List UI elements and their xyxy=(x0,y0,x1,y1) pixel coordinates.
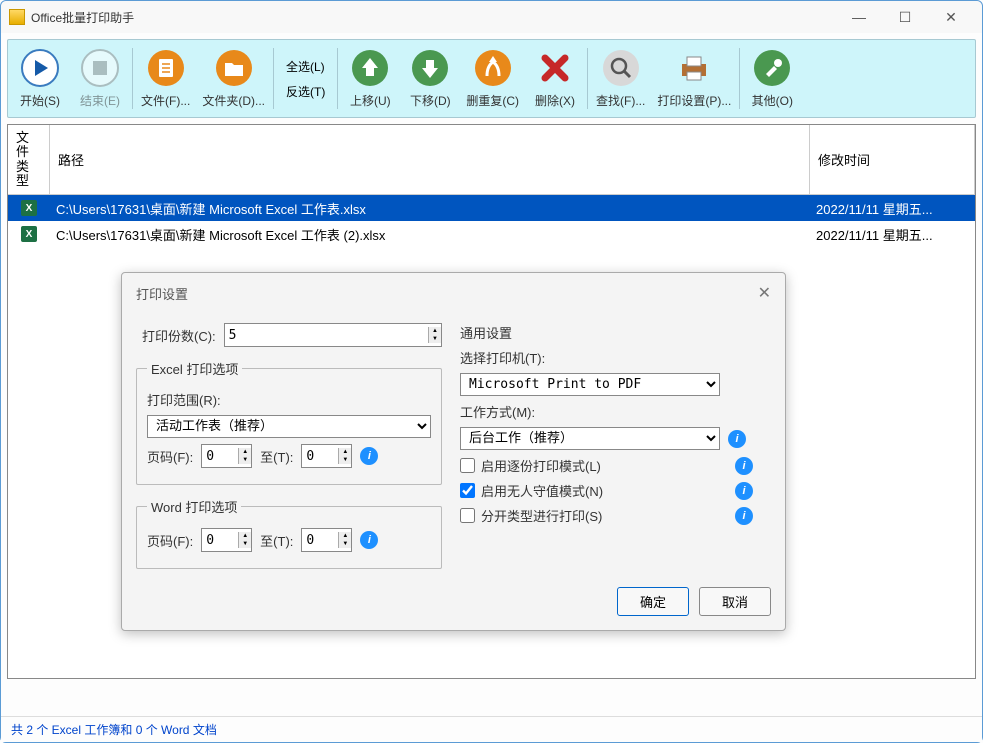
col-type[interactable]: 文件类型 xyxy=(8,125,50,194)
close-button[interactable]: ✕ xyxy=(928,2,974,32)
start-button[interactable]: 开始(S) xyxy=(10,44,70,113)
info-icon[interactable]: i xyxy=(728,430,746,448)
tools-icon xyxy=(752,48,792,88)
move-down-button[interactable]: 下移(D) xyxy=(400,44,460,113)
copies-label: 打印份数(C): xyxy=(142,326,216,345)
delete-icon xyxy=(535,48,575,88)
file-icon xyxy=(146,48,186,88)
copies-input[interactable]: ▲▼ xyxy=(224,323,442,347)
printer-icon xyxy=(674,48,714,88)
printer-label: 选择打印机(T): xyxy=(460,348,545,367)
separate-type-checkbox[interactable] xyxy=(460,508,475,523)
print-settings-dialog: 打印设置 ✕ 打印份数(C): ▲▼ Excel 打印选项 打印范围(R): 活… xyxy=(121,272,786,631)
info-icon[interactable]: i xyxy=(360,531,378,549)
folder-icon xyxy=(214,48,254,88)
unattended-checkbox[interactable] xyxy=(460,483,475,498)
folder-button[interactable]: 文件夹(D)... xyxy=(196,44,271,113)
dialog-close-button[interactable]: ✕ xyxy=(758,283,771,303)
printer-select[interactable]: Microsoft Print to PDF xyxy=(460,373,720,396)
merge-icon xyxy=(473,48,513,88)
table-row[interactable]: X C:\Users\17631\桌面\新建 Microsoft Excel 工… xyxy=(8,195,975,221)
dedupe-button[interactable]: 删重复(C) xyxy=(460,44,525,113)
page-to-label: 至(T): xyxy=(260,447,293,466)
info-icon[interactable]: i xyxy=(735,457,753,475)
excel-icon: X xyxy=(21,226,37,242)
delete-button[interactable]: 删除(X) xyxy=(525,44,585,113)
word-page-to-input[interactable]: ▲▼ xyxy=(301,528,352,552)
maximize-button[interactable]: ☐ xyxy=(882,2,928,32)
arrow-down-icon xyxy=(410,48,450,88)
other-button[interactable]: 其他(O) xyxy=(742,44,802,113)
stop-icon xyxy=(80,48,120,88)
general-settings-group: 通用设置 选择打印机(T): Microsoft Print to PDF 工作… xyxy=(460,323,771,531)
table-row[interactable]: X C:\Users\17631\桌面\新建 Microsoft Excel 工… xyxy=(8,221,975,247)
invert-selection-button[interactable]: 反选(T) xyxy=(282,79,329,104)
work-mode-select[interactable]: 后台工作（推荐） xyxy=(460,427,720,450)
print-range-select[interactable]: 活动工作表（推荐） xyxy=(147,415,431,438)
toolbar: 开始(S) 结束(E) 文件(F)... 文件夹(D)... 全选(L) 反选(… xyxy=(7,39,976,118)
col-path[interactable]: 路径 xyxy=(50,125,810,194)
arrow-up-icon xyxy=(350,48,390,88)
range-label: 打印范围(R): xyxy=(147,390,221,409)
word-page-from-input[interactable]: ▲▼ xyxy=(201,528,252,552)
page-from-label: 页码(F): xyxy=(147,447,193,466)
spin-up-icon[interactable]: ▲ xyxy=(429,327,441,335)
excel-options-group: Excel 打印选项 打印范围(R): 活动工作表（推荐） 页码(F): ▲▼ … xyxy=(136,359,442,485)
table-header: 文件类型 路径 修改时间 xyxy=(8,125,975,195)
word-options-group: Word 打印选项 页码(F): ▲▼ 至(T): ▲▼ i xyxy=(136,497,442,569)
select-group: 全选(L) 反选(T) xyxy=(276,44,335,113)
excel-page-to-input[interactable]: ▲▼ xyxy=(301,444,352,468)
col-time[interactable]: 修改时间 xyxy=(810,125,975,194)
minimize-button[interactable]: — xyxy=(836,2,882,32)
titlebar: Office批量打印助手 — ☐ ✕ xyxy=(1,1,982,33)
excel-page-from-input[interactable]: ▲▼ xyxy=(201,444,252,468)
info-icon[interactable]: i xyxy=(360,447,378,465)
word-to-label: 至(T): xyxy=(260,531,293,550)
ok-button[interactable]: 确定 xyxy=(617,587,689,616)
status-bar: 共 2 个 Excel 工作簿和 0 个 Word 文档 xyxy=(1,716,982,742)
app-icon xyxy=(9,9,25,25)
find-button[interactable]: 查找(F)... xyxy=(590,44,651,113)
mode-label: 工作方式(M): xyxy=(460,402,535,421)
play-icon xyxy=(20,48,60,88)
status-text: 共 2 个 Excel 工作簿和 0 个 Word 文档 xyxy=(11,721,217,738)
info-icon[interactable]: i xyxy=(735,482,753,500)
move-up-button[interactable]: 上移(U) xyxy=(340,44,400,113)
file-button[interactable]: 文件(F)... xyxy=(135,44,196,113)
print-settings-button[interactable]: 打印设置(P)... xyxy=(651,44,737,113)
info-icon[interactable]: i xyxy=(735,507,753,525)
cancel-button[interactable]: 取消 xyxy=(699,587,771,616)
end-button[interactable]: 结束(E) xyxy=(70,44,130,113)
window-title: Office批量打印助手 xyxy=(31,9,836,26)
select-all-button[interactable]: 全选(L) xyxy=(282,54,329,79)
collate-checkbox[interactable] xyxy=(460,458,475,473)
spin-down-icon[interactable]: ▼ xyxy=(429,335,441,343)
excel-icon: X xyxy=(21,200,37,216)
dialog-title: 打印设置 xyxy=(136,284,188,303)
search-icon xyxy=(601,48,641,88)
word-from-label: 页码(F): xyxy=(147,531,193,550)
